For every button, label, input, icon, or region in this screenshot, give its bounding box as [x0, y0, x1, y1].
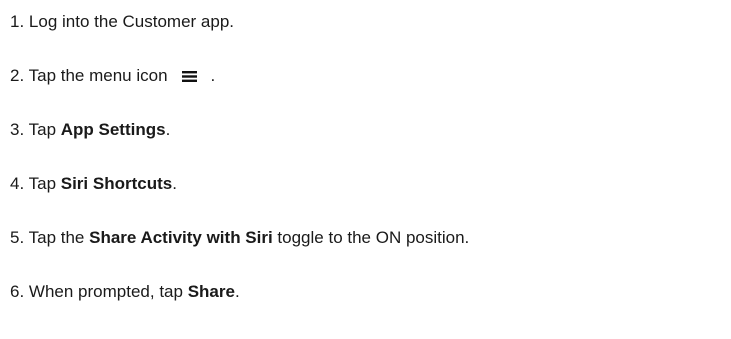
step-number: 6. [10, 282, 25, 301]
step-text-end: . [210, 66, 216, 85]
instruction-list: 1. Log into the Customer app. 2. Tap the… [10, 10, 469, 334]
step-text: Tap the [28, 228, 90, 247]
step-number: 4. [10, 174, 25, 193]
hamburger-menu-icon [181, 71, 197, 82]
step-number: 3. [10, 120, 25, 139]
share-label: Share [187, 282, 235, 301]
app-settings-label: App Settings [60, 120, 166, 139]
step-4: 4. Tap Siri Shortcuts. [10, 172, 469, 196]
step-1: 1. Log into the Customer app. [10, 10, 469, 34]
step-6: 6. When prompted, tap Share. [10, 280, 469, 304]
share-activity-label: Share Activity with Siri [89, 228, 273, 247]
step-text: When prompted, tap [28, 282, 188, 301]
step-text: Log into the Customer app. [28, 12, 234, 31]
step-text: Tap [28, 120, 61, 139]
siri-shortcuts-label: Siri Shortcuts [60, 174, 173, 193]
step-2: 2. Tap the menu icon. [10, 64, 469, 88]
step-text: Tap [28, 174, 61, 193]
step-3: 3. Tap App Settings. [10, 118, 469, 142]
step-number: 1. [10, 12, 25, 31]
step-number: 2. [10, 66, 25, 85]
step-text-end: . [165, 120, 171, 139]
step-number: 5. [10, 228, 25, 247]
step-text-end: . [234, 282, 240, 301]
step-text-end: toggle to the ON position. [272, 228, 470, 247]
step-text: Tap the menu icon [28, 66, 168, 85]
step-5: 5. Tap the Share Activity with Siri togg… [10, 226, 469, 250]
step-text-end: . [172, 174, 177, 193]
